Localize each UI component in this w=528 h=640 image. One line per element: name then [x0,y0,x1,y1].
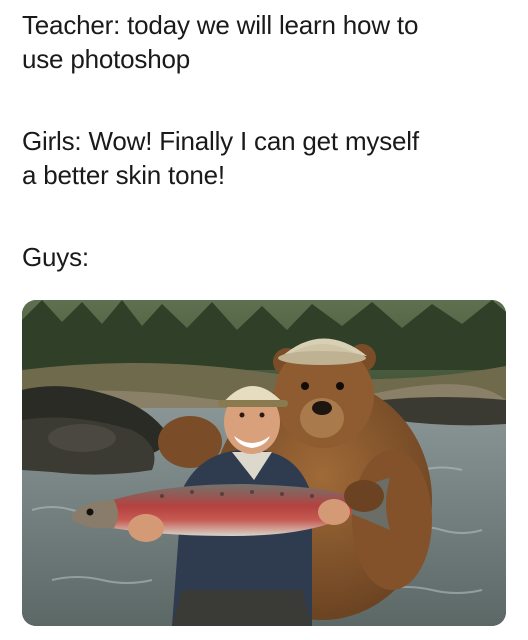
man-left-hand [128,514,164,542]
caption-girls: Girls: Wow! Finally I can get myself a b… [22,126,419,190]
meme-photo [22,300,506,626]
bear-right-arm [352,450,432,590]
bear-nose [312,401,332,415]
bear-paw [344,480,384,512]
caption-teacher: Teacher: today we will learn how to use … [22,10,419,74]
caption-guys: Guys: [22,242,89,272]
meme-photo-drawing [22,300,506,626]
man-right-hand [318,499,350,525]
man-legs [172,590,312,626]
